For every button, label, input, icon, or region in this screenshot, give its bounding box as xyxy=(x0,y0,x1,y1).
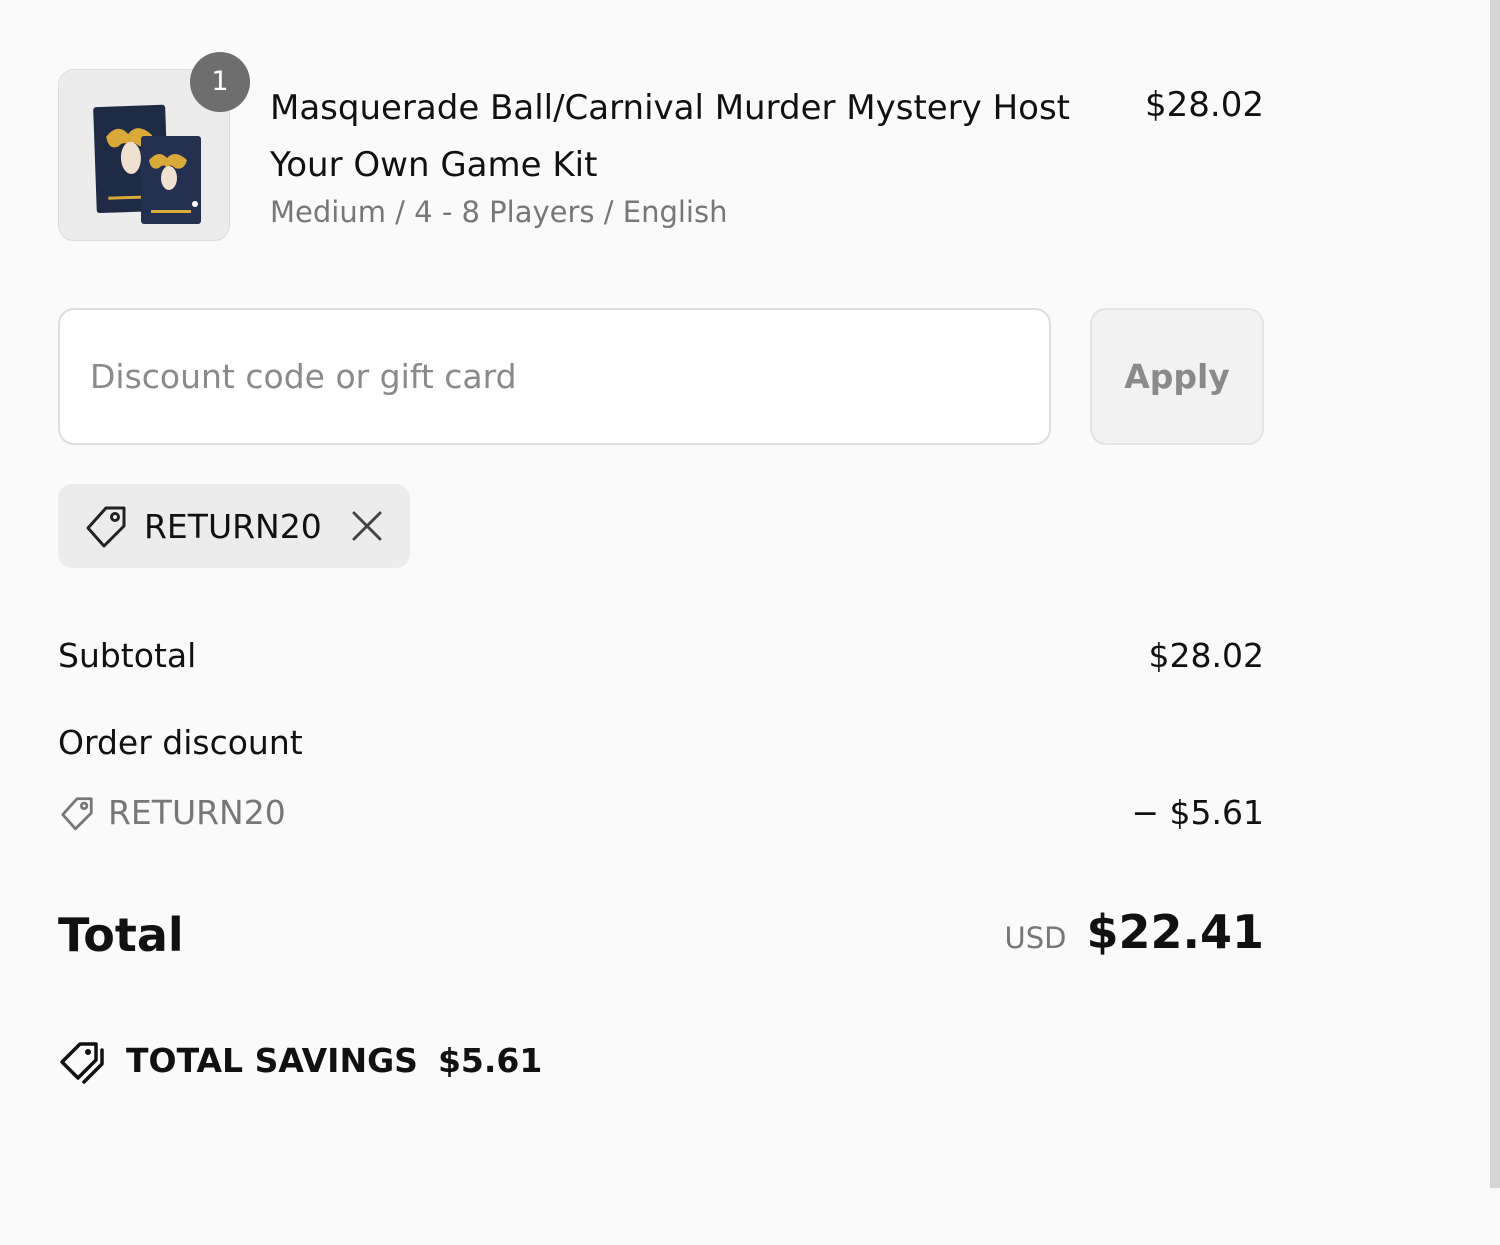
total-savings: TOTAL SAVINGS $5.61 xyxy=(58,1036,542,1086)
order-discount-code: RETURN20 xyxy=(58,791,286,835)
applied-discount-chip: RETURN20 xyxy=(58,484,410,568)
tag-icon xyxy=(58,794,96,832)
tags-icon xyxy=(58,1036,108,1086)
total-savings-label: TOTAL SAVINGS xyxy=(126,1041,418,1080)
apply-button[interactable]: Apply xyxy=(1090,308,1264,445)
total-value: $22.41 xyxy=(1086,905,1264,959)
total-amount-group: USD $22.41 xyxy=(1005,905,1264,959)
product-variant: Medium / 4 - 8 Players / English xyxy=(270,195,728,229)
applied-discount-code: RETURN20 xyxy=(144,506,322,546)
order-discount-label: Order discount xyxy=(58,723,303,762)
discount-code-input[interactable] xyxy=(58,308,1051,445)
subtotal-value: $28.02 xyxy=(1148,636,1264,675)
quantity-badge: 1 xyxy=(190,52,250,112)
tag-icon xyxy=(82,502,130,550)
scrollbar[interactable] xyxy=(1490,0,1500,1188)
order-discount-code-text: RETURN20 xyxy=(108,793,286,832)
subtotal-label: Subtotal xyxy=(58,636,197,675)
total-label: Total xyxy=(58,908,184,962)
close-icon[interactable] xyxy=(348,507,386,545)
currency-code: USD xyxy=(1004,921,1067,955)
product-price: $28.02 xyxy=(1145,85,1264,125)
total-savings-value: $5.61 xyxy=(437,1041,543,1080)
order-discount-value: − $5.61 xyxy=(1131,793,1264,832)
product-title: Masquerade Ball/Carnival Murder Mystery … xyxy=(270,88,1071,185)
